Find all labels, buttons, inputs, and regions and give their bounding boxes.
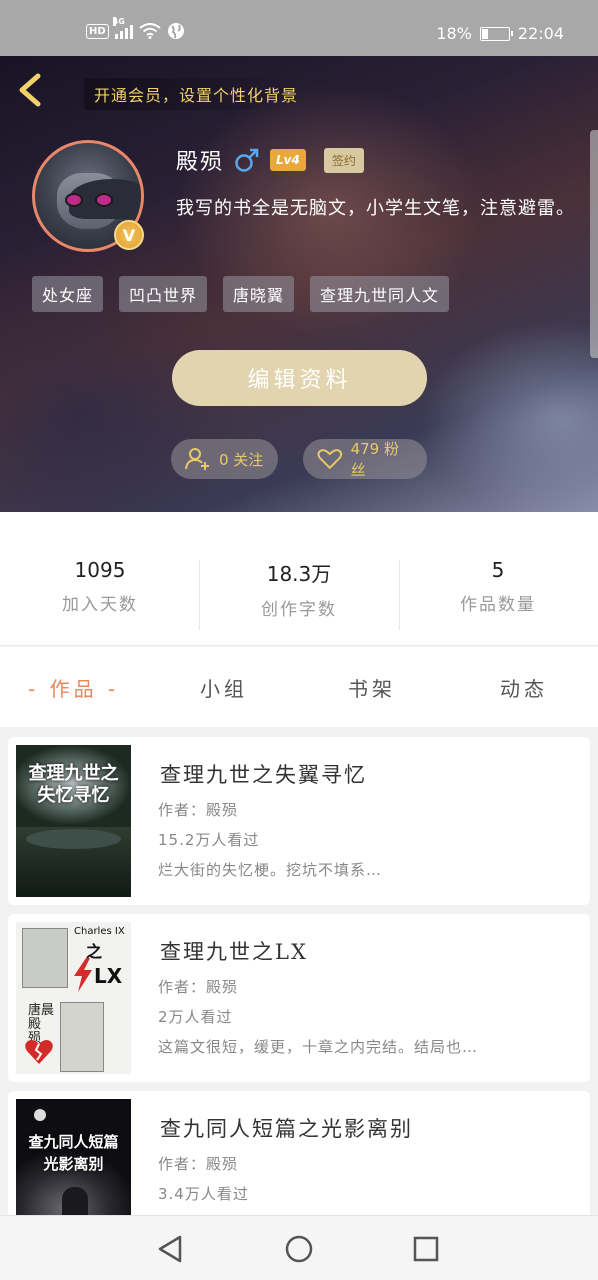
tab-bookshelf[interactable]: 书架 — [348, 673, 396, 702]
tag-item[interactable]: 查理九世同人文 — [310, 276, 450, 312]
signed-author-badge: 签约 — [323, 147, 364, 173]
stat-value: 5 — [491, 558, 505, 582]
book-card[interactable]: 查九同人短篇光影离别 查九同人短篇之光影离别 作者：殿殒 3.4万人看过 — [8, 1091, 590, 1215]
add-user-icon — [185, 448, 209, 470]
cover-title: 查九同人短篇光影离别 — [28, 1133, 119, 1173]
following-button[interactable]: 0 关注 — [171, 439, 278, 479]
username: 殿殒 — [176, 150, 225, 175]
system-nav-bar — [0, 1215, 598, 1280]
nav-recents-icon[interactable] — [411, 1234, 441, 1264]
book-title[interactable]: 查九同人短篇之光影离别 — [160, 1113, 413, 1143]
verified-badge: V — [114, 220, 144, 250]
tag-list: 处女座 凹凸世界 唐晓翼 查理九世同人文 — [32, 276, 450, 312]
nav-home-icon[interactable] — [284, 1234, 314, 1264]
book-views: 2万人看过 — [158, 1008, 233, 1026]
tab-groups[interactable]: 小组 — [200, 673, 248, 702]
status-bar: HD 4G 18% 22:04 — [0, 0, 598, 56]
cell-signal-icon: 4G — [112, 17, 133, 39]
level-badge: Lv4 — [270, 149, 306, 171]
status-right: 18% 22:04 — [436, 24, 564, 43]
broken-heart-icon — [25, 1040, 53, 1064]
stat-works-count: 5 作品数量 — [398, 558, 598, 615]
hd-indicator: HD — [86, 23, 109, 39]
status-left: HD 4G — [86, 17, 185, 40]
book-list: 查理九世之失忆寻忆 查理九世之失翼寻忆 作者：殿殒 15.2万人看过 烂大街的失… — [0, 727, 598, 1215]
book-cover[interactable]: Charles IX 之 LX 唐晨 殿 殒 — [16, 922, 131, 1074]
book-description: 这篇文很短，缓更，十章之内完结。结局也… — [158, 1038, 479, 1056]
user-bio: 我写的书全是无脑文，小学生文笔，注意避雷。 — [176, 198, 575, 219]
stat-divider — [199, 560, 200, 630]
followers-count: 479 粉丝 — [350, 440, 399, 479]
book-title[interactable]: 查理九世之LX — [160, 936, 308, 966]
book-author: 作者：殿殒 — [158, 1155, 239, 1173]
book-cover[interactable]: 查九同人短篇光影离别 — [16, 1099, 131, 1215]
book-cover[interactable]: 查理九世之失忆寻忆 — [16, 745, 131, 897]
heart-icon — [317, 449, 343, 470]
lightning-bolt-icon — [74, 958, 92, 992]
profile-header-background — [0, 0, 598, 512]
edit-profile-button[interactable]: 编辑资料 — [172, 350, 427, 406]
tag-item[interactable]: 唐晓翼 — [223, 276, 295, 312]
book-views: 3.4万人看过 — [158, 1185, 249, 1203]
book-card[interactable]: 查理九世之失忆寻忆 查理九世之失翼寻忆 作者：殿殒 15.2万人看过 烂大街的失… — [8, 737, 590, 905]
battery-percent: 18% — [436, 24, 472, 43]
battery-icon — [479, 26, 513, 41]
stat-label: 作品数量 — [460, 595, 536, 615]
stat-label: 创作字数 — [261, 600, 337, 620]
scroll-indicator — [590, 130, 598, 358]
stat-divider — [399, 560, 400, 630]
book-author: 作者：殿殒 — [158, 801, 239, 819]
avatar-figure — [57, 173, 141, 229]
stats-panel: 1095 加入天数 18.3万 创作字数 5 作品数量 — [0, 512, 598, 646]
cover-label-en: Charles IX — [74, 926, 125, 937]
book-views: 15.2万人看过 — [158, 831, 260, 849]
avatar-container[interactable]: V — [32, 140, 144, 252]
male-gender-icon — [235, 148, 259, 172]
vip-background-banner[interactable]: 开通会员，设置个性化背景 — [84, 78, 309, 110]
book-description: 烂大街的失忆梗。挖坑不填系… — [158, 861, 383, 879]
tab-works[interactable]: - 作品 - — [28, 673, 119, 702]
wifi-icon — [139, 23, 161, 39]
tab-bar: - 作品 - 小组 书架 动态 — [0, 647, 598, 727]
book-title[interactable]: 查理九世之失翼寻忆 — [160, 759, 367, 789]
globe-icon — [167, 23, 184, 39]
stat-join-days: 1095 加入天数 — [0, 558, 200, 615]
tag-item[interactable]: 凹凸世界 — [119, 276, 208, 312]
book-author: 作者：殿殒 — [158, 978, 239, 996]
cover-label-lx: LX — [94, 964, 123, 988]
clock: 22:04 — [517, 24, 564, 43]
name-row: 殿殒 Lv4 签约 — [176, 144, 364, 176]
cover-title: 查理九世之失忆寻忆 — [28, 763, 119, 806]
tag-item[interactable]: 处女座 — [32, 276, 104, 312]
nav-back-icon[interactable] — [156, 1234, 186, 1264]
followers-button[interactable]: 479 粉丝 — [303, 439, 427, 479]
back-arrow-icon[interactable] — [14, 70, 50, 110]
stat-value: 18.3万 — [266, 562, 332, 586]
following-count: 0 关注 — [219, 450, 264, 469]
stat-value: 1095 — [74, 558, 126, 582]
stat-label: 加入天数 — [62, 595, 138, 615]
tab-activity[interactable]: 动态 — [500, 673, 548, 702]
book-card[interactable]: Charles IX 之 LX 唐晨 殿 殒 查理九世之LX 作者：殿殒 2万人… — [8, 914, 590, 1082]
stat-word-count: 18.3万 创作字数 — [199, 558, 399, 620]
